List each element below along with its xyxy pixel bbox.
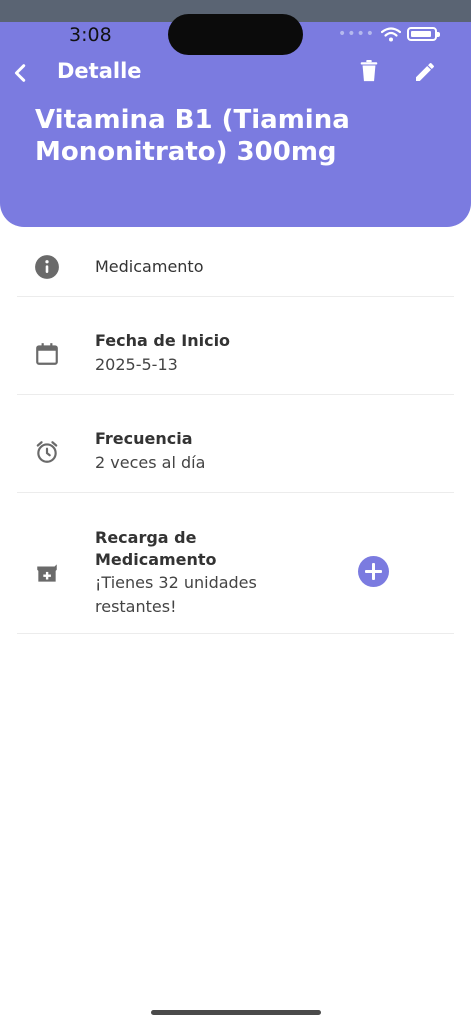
refill-label: Recarga de Medicamento [95,528,217,569]
edit-pencil-icon[interactable] [413,60,437,84]
info-icon [35,255,59,279]
trash-icon[interactable] [358,58,380,84]
dynamic-island [168,14,303,55]
status-time: 3:08 [69,24,112,46]
medication-title: Vitamina B1 (Tiamina Mononitrato) 300mg [35,105,350,167]
wifi-icon [381,26,401,41]
calendar-icon [36,343,58,365]
alarm-clock-icon [36,441,58,463]
signal-dots-icon: •••• [337,26,375,42]
start-date-label: Fecha de Inicio [95,331,231,350]
type-label: Medicamento [95,257,204,276]
back-icon[interactable] [10,62,32,84]
status-right: •••• [337,26,440,42]
home-indicator [151,1010,321,1015]
refill-row: Recarga de Medicamento ¡Tienes 32 unidad… [17,493,454,634]
refill-value: ¡Tienes 32 unidades restantes! [95,573,257,616]
add-refill-button[interactable] [358,556,389,587]
nav-title: Detalle [57,59,142,83]
frequency-row: Frecuencia 2 veces al día [17,395,454,493]
type-row: Medicamento [17,238,454,297]
start-date-row: Fecha de Inicio 2025-5-13 [17,297,454,395]
battery-icon [407,27,440,41]
start-date-value: 2025-5-13 [95,355,178,374]
medication-icon [37,564,57,582]
frequency-label: Frecuencia [95,429,193,448]
frequency-value: 2 veces al día [95,453,206,472]
